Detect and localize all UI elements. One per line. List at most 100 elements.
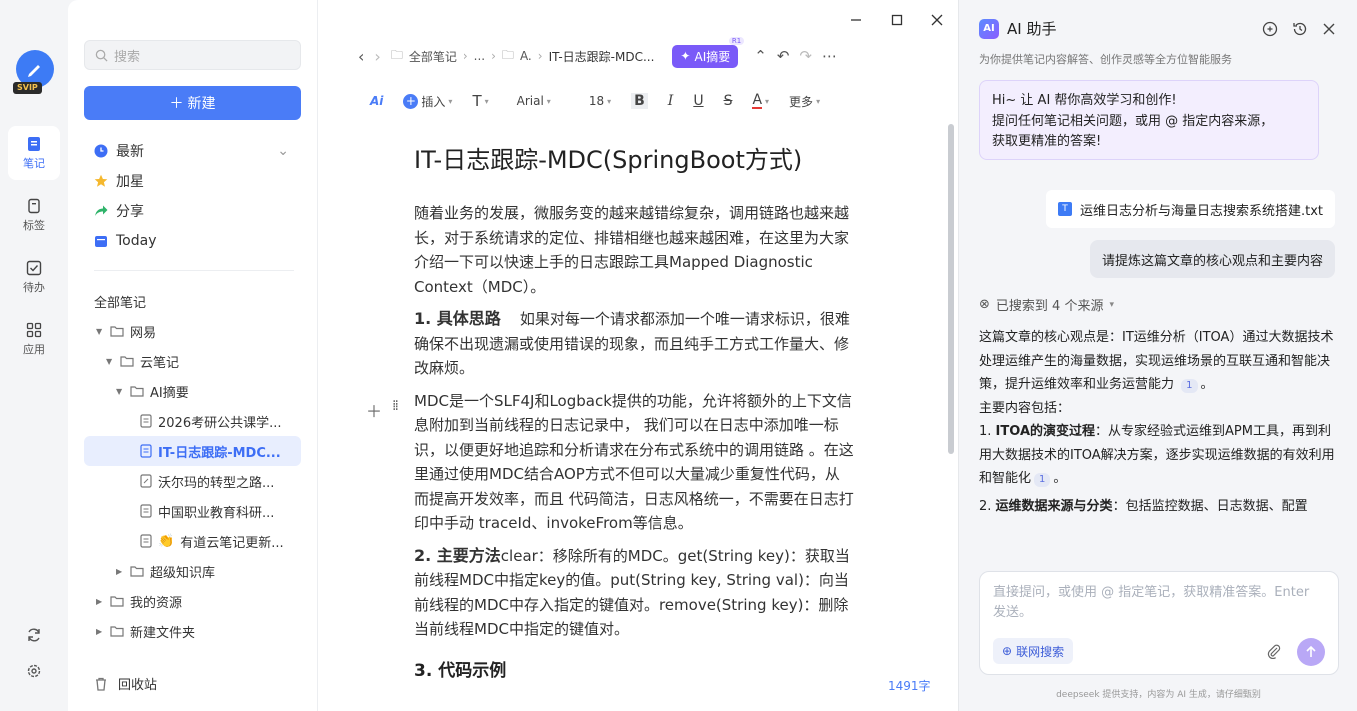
back-arrow-icon[interactable]: ‹ — [358, 47, 364, 66]
sources-toggle[interactable]: ⊗ 已搜索到 4 个来源 ▾ — [979, 295, 1114, 314]
tree-heading: 全部笔记 — [94, 296, 147, 311]
underline-icon[interactable]: U — [693, 93, 703, 109]
trash-icon — [96, 677, 106, 691]
sync-icon[interactable] — [24, 625, 44, 645]
trash-item[interactable]: 回收站 — [94, 674, 157, 693]
chevron-down-icon[interactable]: ⌄ — [277, 143, 289, 159]
tree-folder[interactable]: ▶ 新建文件夹 — [84, 616, 301, 646]
caret-right-icon[interactable]: ▶ — [96, 627, 104, 636]
ai-summary-button[interactable]: ✦ AI摘要 R1 — [672, 36, 745, 68]
text-style-button[interactable]: T ▾ — [472, 92, 488, 110]
tree-folder[interactable]: ▶ 我的资源 — [84, 586, 301, 616]
caret-down-icon[interactable]: ▼ — [96, 327, 104, 336]
strikethrough-icon[interactable]: S — [724, 93, 733, 109]
bold-icon[interactable]: B — [631, 93, 648, 109]
quick-item-shared[interactable]: 分享 — [84, 197, 301, 225]
font-family-select[interactable]: Arial ▾ — [517, 94, 551, 108]
quick-label: Today — [116, 233, 157, 249]
quick-item-today[interactable]: Today — [84, 227, 301, 255]
rail-item-tags[interactable]: 标签 — [8, 188, 60, 242]
document-icon — [140, 504, 152, 518]
folder-icon — [110, 626, 124, 637]
more-format-button[interactable]: 更多 ▾ — [789, 93, 820, 110]
folder-icon — [130, 566, 144, 577]
tree-folder[interactable]: ▼ 云笔记 — [84, 346, 301, 376]
web-search-button[interactable]: ⊕ 联网搜索 — [993, 638, 1074, 664]
maximize-icon[interactable] — [889, 12, 905, 28]
tree-note[interactable]: 沃尔玛的转型之路... — [84, 466, 301, 496]
chevron-down-icon: ▾ — [448, 96, 453, 106]
forward-arrow-icon[interactable]: › — [374, 47, 380, 66]
chevron-down-icon: ▾ — [484, 96, 489, 106]
paragraph[interactable]: 2. 主要方法clear：移除所有的MDC。get(String key)：获取… — [414, 544, 854, 642]
close-window-icon[interactable] — [929, 12, 945, 28]
section-heading[interactable]: 3. 代码示例 — [414, 656, 854, 681]
breadcrumb-sep: › — [537, 49, 543, 63]
paperclip-icon[interactable] — [1265, 642, 1283, 660]
caret-right-icon[interactable]: ▶ — [96, 597, 104, 606]
add-block-icon[interactable]: ＋ — [366, 398, 382, 422]
quick-item-recent[interactable]: 最新 ⌄ — [84, 137, 301, 165]
collapse-up-icon[interactable]: ⌃ — [754, 47, 767, 65]
ai-assistant-panel: AI AI 助手 为你提供笔记内容解答、创作灵感等全方位智能服务 Hi~ 让 A… — [958, 0, 1357, 711]
insert-label: 插入 — [421, 94, 446, 109]
italic-icon[interactable]: I — [668, 93, 674, 109]
rail-item-notes[interactable]: 笔记 — [8, 126, 60, 180]
ai-writing-icon[interactable]: Ai — [370, 94, 383, 108]
more-options-icon[interactable]: ⋯ — [822, 47, 837, 65]
paragraph[interactable]: 随着业务的发展，微服务变的越来越错综复杂，调用链路也越来越长，对于系统请求的定位… — [414, 201, 854, 299]
history-icon[interactable] — [1291, 20, 1309, 38]
font-color-icon[interactable]: A ▾ — [752, 93, 769, 109]
sources-icon: ⊗ — [979, 297, 990, 312]
insert-button[interactable]: + 插入 ▾ — [403, 93, 452, 110]
search-input[interactable]: 搜索 — [84, 40, 301, 70]
new-note-button[interactable]: ＋ 新建 — [84, 86, 301, 120]
attached-file-chip[interactable]: T 运维日志分析与海量日志搜索系统搭建.txt — [1045, 190, 1335, 228]
tree-note-selected[interactable]: IT-日志跟踪-MDC... — [84, 436, 301, 466]
tree-note[interactable]: 中国职业教育科研... — [84, 496, 301, 526]
caret-right-icon[interactable]: ▶ — [116, 567, 124, 576]
breadcrumb-item[interactable]: 全部笔记 — [409, 48, 457, 65]
link-document-icon — [140, 474, 152, 488]
caret-down-icon[interactable]: ▼ — [116, 387, 124, 396]
folder-icon: 🗀 — [390, 47, 403, 62]
font-size-select[interactable]: 18 ▾ — [589, 94, 611, 108]
ask-input[interactable]: 直接提问，或使用 @ 指定笔记，获取精准答案。Enter 发送。 ⊕ 联网搜索 — [979, 571, 1339, 675]
document-icon — [140, 534, 152, 548]
breadcrumb-item[interactable]: A. — [520, 49, 532, 63]
folder-icon — [110, 596, 124, 607]
tree-folder[interactable]: ▼ 网易 — [84, 316, 301, 346]
redo-icon[interactable]: ↷ — [799, 47, 812, 65]
rail-item-apps[interactable]: 应用 — [8, 312, 60, 366]
paragraph-controls: ＋ ⁞⁞ — [366, 398, 399, 422]
rail-item-todo[interactable]: 待办 — [8, 250, 60, 304]
rail-label: 待办 — [23, 280, 45, 294]
close-icon[interactable] — [1320, 20, 1338, 38]
undo-icon[interactable]: ↶ — [777, 47, 790, 65]
note-icon — [28, 136, 40, 151]
send-arrow-icon[interactable] — [1297, 638, 1325, 666]
tree-folder[interactable]: ▼ AI摘要 — [84, 376, 301, 406]
scrollbar[interactable] — [948, 124, 954, 454]
tree-folder[interactable]: ▶ 超级知识库 — [84, 556, 301, 586]
font-size-value: 18 — [588, 94, 605, 108]
document-body[interactable]: IT-日志跟踪-MDC(SpringBoot方式) 随着业务的发展，微服务变的越… — [414, 140, 854, 681]
sidebar: 搜索 ＋ 新建 最新 ⌄ 加星 分享 Today 全部笔记 ▼ 网易 ▼ 云笔记… — [68, 0, 318, 711]
paragraph[interactable]: 1. 具体思路 如果对每一个请求都添加一个唯一请求标识，很难确保不出现遗漏或使用… — [414, 307, 854, 381]
citation-badge[interactable]: 1 — [1034, 473, 1051, 487]
new-chat-icon[interactable] — [1261, 20, 1279, 38]
drag-handle-icon[interactable]: ⁞⁞ — [392, 398, 399, 422]
caret-down-icon[interactable]: ▼ — [106, 357, 114, 366]
text-file-icon: T — [1057, 202, 1072, 216]
note-title[interactable]: IT-日志跟踪-MDC(SpringBoot方式) — [414, 140, 854, 175]
minimize-icon[interactable] — [848, 12, 864, 28]
paragraph[interactable]: MDC是一个SLF4J和Logback提供的功能，允许将额外的上下文信息附加到当… — [414, 389, 854, 536]
tree-note[interactable]: 👏 有道云笔记更新... — [84, 526, 301, 556]
citation-badge[interactable]: 1 — [1181, 379, 1198, 393]
tree-note[interactable]: 2026考研公共课学... — [84, 406, 301, 436]
quick-item-starred[interactable]: 加星 — [84, 167, 301, 195]
breadcrumb-sep: › — [491, 49, 496, 63]
breadcrumb-item[interactable]: ... — [474, 49, 485, 63]
settings-gear-icon[interactable] — [24, 661, 44, 681]
font-family-value: Arial — [516, 94, 544, 108]
